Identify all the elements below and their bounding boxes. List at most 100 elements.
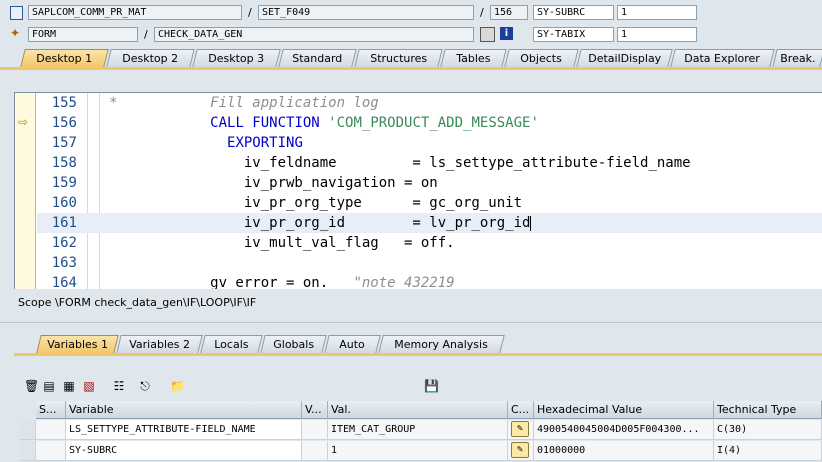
column-header-s[interactable]: S... bbox=[36, 401, 66, 419]
row-selector[interactable] bbox=[20, 441, 36, 461]
code-text: CALL FUNCTION 'COM_PRODUCT_ADD_MESSAGE' bbox=[109, 113, 539, 133]
change-cell: ✎ bbox=[508, 441, 534, 461]
code-line[interactable]: 161 iv_pr_org_id = lv_pr_org_id bbox=[37, 213, 822, 233]
tab-globals[interactable]: Globals bbox=[260, 335, 327, 354]
info-icon[interactable]: i bbox=[500, 27, 513, 40]
line-number: 157 bbox=[51, 135, 77, 151]
insert-row-icon[interactable]: ▤ bbox=[42, 379, 56, 393]
save-icon[interactable]: 💾 bbox=[424, 379, 439, 393]
hex-cell: 01000000 bbox=[534, 441, 714, 461]
separator-slash: / bbox=[480, 6, 484, 19]
breakpoint-gutter[interactable]: ⇨ bbox=[15, 93, 36, 289]
line-number: 163 bbox=[51, 255, 77, 271]
value-cell[interactable]: 1 bbox=[328, 441, 508, 461]
code-token: iv_feldname = ls_settype_attribute-field… bbox=[109, 155, 691, 171]
line-number: 158 bbox=[51, 155, 77, 171]
code-token: 'COM_PRODUCT_ADD_MESSAGE' bbox=[328, 115, 539, 131]
tab-desktop-2[interactable]: Desktop 2 bbox=[106, 49, 195, 68]
code-token: gv_error = on. bbox=[109, 275, 354, 289]
separator-slash: / bbox=[144, 28, 148, 41]
structure-icon[interactable]: ⎋ bbox=[138, 379, 152, 393]
column-header-c[interactable]: C... bbox=[508, 401, 534, 419]
row-selector[interactable] bbox=[20, 420, 36, 440]
tab-desktop-3[interactable]: Desktop 3 bbox=[192, 49, 281, 68]
code-line[interactable]: 164 gv_error = on. "note 432219 bbox=[37, 273, 822, 289]
code-token: EXPORTING bbox=[227, 135, 303, 151]
variable-cell[interactable]: LS_SETTYPE_ATTRIBUTE-FIELD_NAME bbox=[66, 420, 302, 440]
tab-auto[interactable]: Auto bbox=[324, 335, 381, 354]
tab-detaildisplay[interactable]: DetailDisplay bbox=[576, 49, 673, 68]
hex-cell: 4900540045004D005F004300... bbox=[534, 420, 714, 440]
delete-row-icon[interactable]: ▧ bbox=[82, 379, 96, 393]
code-line[interactable]: 163 bbox=[37, 253, 822, 273]
line-number: 159 bbox=[51, 175, 77, 191]
column-header-hex[interactable]: Hexadecimal Value bbox=[534, 401, 714, 419]
line-number-field[interactable]: 156 bbox=[490, 5, 528, 20]
pencil-icon[interactable]: ✎ bbox=[511, 421, 529, 437]
code-text: iv_pr_org_type = gc_org_unit bbox=[109, 193, 522, 213]
line-number: 164 bbox=[51, 275, 77, 289]
v-cell bbox=[302, 441, 328, 461]
tab-tables[interactable]: Tables bbox=[440, 49, 507, 68]
tab-data-explorer[interactable]: Data Explorer bbox=[670, 49, 775, 68]
event-name-field[interactable]: CHECK_DATA_GEN bbox=[154, 27, 474, 42]
include-field[interactable]: SET_F049 bbox=[258, 5, 474, 20]
code-editor[interactable]: ⇨ 155 * Fill application log 156 CALL FUNC… bbox=[14, 92, 822, 289]
code-token: iv_mult_val_flag = off. bbox=[109, 235, 455, 251]
program-field[interactable]: SAPLCOM_COMM_PR_MAT bbox=[28, 5, 242, 20]
tab-variables-1[interactable]: Variables 1 bbox=[36, 335, 119, 354]
code-token: CALL FUNCTION bbox=[210, 115, 329, 131]
line-number: 160 bbox=[51, 195, 77, 211]
tab-locals[interactable]: Locals bbox=[200, 335, 263, 354]
variable-value-field-2[interactable]: 1 bbox=[617, 27, 697, 42]
code-token: iv_pr_org_id = lv_pr_org_id bbox=[109, 215, 531, 231]
code-line[interactable]: 159 iv_prwb_navigation = on bbox=[37, 173, 822, 193]
code-text: iv_pr_org_id = lv_pr_org_id bbox=[109, 213, 532, 233]
tab-variables-2[interactable]: Variables 2 bbox=[116, 335, 203, 354]
folder-icon[interactable]: 📁 bbox=[170, 379, 185, 393]
column-header-variable[interactable]: Variable bbox=[66, 401, 302, 419]
pattern-icon[interactable] bbox=[480, 27, 495, 42]
variable-name-field[interactable]: SY-SUBRC bbox=[533, 5, 614, 20]
value-cell[interactable]: ITEM_CAT_GROUP bbox=[328, 420, 508, 440]
code-text: iv_prwb_navigation = on bbox=[109, 173, 438, 193]
code-text: gv_error = on. "note 432219 bbox=[109, 273, 455, 289]
code-token: iv_prwb_navigation = on bbox=[109, 175, 438, 191]
code-line[interactable]: 157 EXPORTING bbox=[37, 133, 822, 153]
hierarchy-icon[interactable]: ☷ bbox=[112, 379, 126, 393]
copy-row-icon[interactable]: ▦ bbox=[62, 379, 76, 393]
code-line[interactable]: 158 iv_feldname = ls_settype_attribute-f… bbox=[37, 153, 822, 173]
text-cursor bbox=[530, 215, 532, 231]
tab-desktop-1[interactable]: Desktop 1 bbox=[20, 49, 109, 68]
column-header-value[interactable]: Val. bbox=[328, 401, 508, 419]
code-line[interactable]: 160 iv_pr_org_type = gc_org_unit bbox=[37, 193, 822, 213]
separator-slash: / bbox=[248, 6, 252, 19]
current-line-arrow-icon: ⇨ bbox=[18, 115, 29, 129]
code-token: "note 432219 bbox=[353, 275, 455, 289]
code-line[interactable]: 156 CALL FUNCTION 'COM_PRODUCT_ADD_MESSA… bbox=[37, 113, 822, 133]
column-header-v[interactable]: V... bbox=[302, 401, 328, 419]
variable-name-field-2[interactable]: SY-TABIX bbox=[533, 27, 614, 42]
variable-cell[interactable]: SY-SUBRC bbox=[66, 441, 302, 461]
event-type-field[interactable]: FORM bbox=[28, 27, 138, 42]
tab-standard[interactable]: Standard bbox=[278, 49, 357, 68]
column-header-technical-type[interactable]: Technical Type bbox=[714, 401, 822, 419]
type-cell: I(4) bbox=[714, 441, 822, 461]
line-number: 162 bbox=[51, 235, 77, 251]
code-line[interactable]: 155 * Fill application log bbox=[37, 93, 822, 113]
pane-divider[interactable] bbox=[0, 322, 822, 323]
tab-memory-analysis[interactable]: Memory Analysis bbox=[378, 335, 505, 354]
variable-value-field[interactable]: 1 bbox=[617, 5, 697, 20]
tab-break[interactable]: Break. bbox=[772, 49, 822, 68]
code-text: * Fill application log bbox=[109, 93, 379, 113]
code-text: EXPORTING bbox=[109, 133, 303, 153]
code-text: iv_mult_val_flag = off. bbox=[109, 233, 455, 253]
tab-objects[interactable]: Objects bbox=[504, 49, 579, 68]
delete-icon[interactable]: 🗑 bbox=[24, 379, 39, 393]
line-number: 156 bbox=[51, 115, 77, 131]
status-cell bbox=[36, 441, 66, 461]
tab-structures[interactable]: Structures bbox=[354, 49, 443, 68]
code-line[interactable]: 162 iv_mult_val_flag = off. bbox=[37, 233, 822, 253]
pencil-icon[interactable]: ✎ bbox=[511, 442, 529, 458]
